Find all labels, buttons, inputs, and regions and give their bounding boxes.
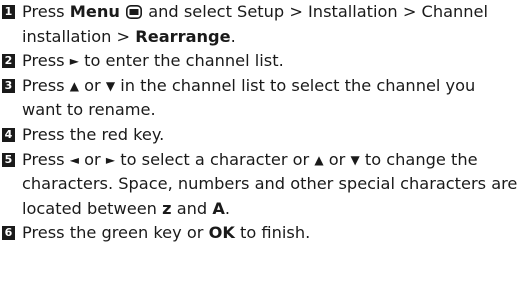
step-3: 3 Press ▲ or ▼ in the channel list to se… <box>0 74 519 123</box>
step-number: 3 <box>2 78 15 93</box>
step-4: 4 Press the red key. <box>0 123 519 148</box>
menu-key-label: Menu <box>69 2 120 21</box>
step-1: 1 Press Menu and select Setup > Installa… <box>0 0 519 49</box>
right-arrow-icon: ► <box>69 54 79 69</box>
left-arrow-icon: ◄ <box>69 152 79 167</box>
step-number: 4 <box>2 127 15 142</box>
z-label: z <box>162 198 172 218</box>
rearrange-label: Rearrange <box>135 26 231 46</box>
right-arrow-icon: ► <box>105 152 116 167</box>
down-arrow-icon: ▼ <box>105 78 116 93</box>
up-arrow-icon: ▲ <box>69 78 79 93</box>
step-number: 1 <box>2 5 15 19</box>
menu-icon <box>126 5 143 19</box>
down-arrow-icon: ▼ <box>350 152 360 167</box>
up-arrow-icon: ▲ <box>314 152 324 167</box>
step-number: 5 <box>2 152 15 167</box>
ok-label: OK <box>208 223 235 243</box>
step-number: 6 <box>2 226 15 241</box>
a-label: A <box>212 198 225 218</box>
step-6: 6 Press the green key or OK to finish. <box>0 221 519 246</box>
step-5: 5 Press ◄ or ► to select a character or … <box>0 148 519 222</box>
step-2: 2 Press ► to enter the channel list. <box>0 49 519 74</box>
instruction-page: 1 Press Menu and select Setup > Installa… <box>0 0 519 295</box>
step-number: 2 <box>2 54 15 69</box>
